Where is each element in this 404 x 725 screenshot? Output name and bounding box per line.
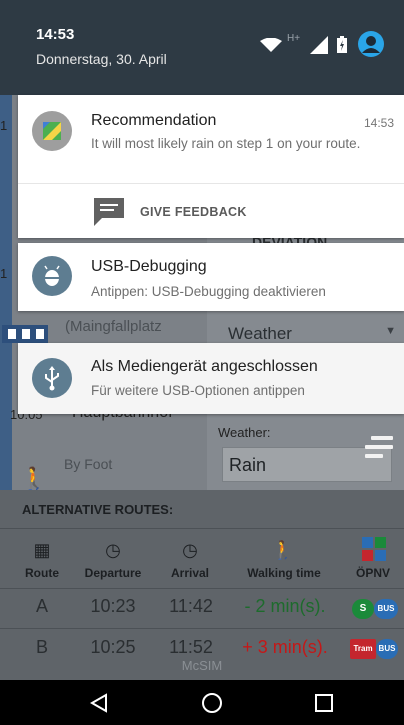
row-marker-2: 1 [0, 266, 8, 281]
row-marker-1: 1 [0, 118, 8, 133]
header-opnv: ÖPNV [355, 566, 390, 580]
notification-title: Recommendation [91, 112, 217, 129]
walking-person-icon: 🚶 [20, 466, 48, 491]
walking-diff: - 2 min(s). [244, 596, 326, 616]
notification-time: 14:53 [364, 116, 395, 130]
bus-badge: BUS [374, 599, 398, 619]
divider [0, 528, 404, 529]
train-icon [0, 325, 52, 343]
walking-diff: + 3 min(s). [242, 637, 328, 657]
give-feedback-button[interactable]: GIVE FEEDBACK [92, 194, 332, 232]
notification-title: Als Mediengerät angeschlossen [91, 358, 318, 375]
cellular-signal-icon [310, 36, 328, 54]
arrival-time: 11:52 [169, 637, 213, 657]
header-walking-time: Walking time [247, 566, 321, 580]
clock: 14:53 [36, 26, 75, 43]
transit-logo-icon [362, 537, 386, 561]
app-footer: McSIM [181, 658, 223, 673]
usb-icon [32, 358, 72, 398]
route-letter: B [35, 637, 48, 657]
chevron-down-icon: ▼ [385, 325, 396, 337]
header-arrival: Arrival [170, 566, 210, 580]
notification-title: USB-Debugging [91, 258, 207, 275]
deviation-select-value: Weather [228, 324, 292, 343]
stop-name: (Maingfallplatz [65, 318, 162, 335]
notification-usb-media[interactable]: Als Mediengerät angeschlossen Für weiter… [18, 343, 404, 414]
account-icon[interactable] [358, 31, 384, 57]
notification-usb-debugging[interactable]: USB-Debugging Antippen: USB-Debugging de… [18, 243, 404, 311]
mode-text: By Foot [64, 456, 113, 472]
clock-icon: ◷ [105, 540, 121, 560]
android-debug-icon [32, 256, 72, 296]
give-feedback-label: GIVE FEEDBACK [140, 205, 247, 219]
departure-time: 10:23 [90, 596, 136, 616]
menu-lines-icon[interactable] [365, 436, 393, 463]
walking-person-icon: 🚶 [271, 540, 295, 560]
notification-text: It will most likely rain on step 1 on yo… [91, 136, 361, 151]
divider [0, 588, 404, 589]
s-bahn-badge: S [352, 599, 374, 619]
tram-badge: Tram [350, 639, 376, 659]
bus-badge: BUS [376, 639, 398, 659]
notification-text: Für weitere USB-Optionen antippen [91, 383, 305, 398]
map-icon [32, 111, 72, 151]
route-letter: A [35, 596, 48, 616]
date[interactable]: Donnerstag, 30. April [36, 51, 167, 67]
notification-recommendation[interactable]: Recommendation 14:53 It will most likely… [18, 95, 404, 238]
navigation-bar [0, 680, 404, 725]
wifi-icon [260, 37, 282, 52]
arrival-time: 11:42 [169, 596, 213, 616]
header-route: Route [25, 566, 59, 580]
home-icon[interactable] [201, 692, 223, 714]
recents-icon[interactable] [315, 694, 333, 712]
divider [18, 183, 404, 184]
map-book-icon: ▦ [33, 540, 51, 560]
battery-icon [337, 36, 347, 53]
back-icon[interactable] [89, 693, 109, 713]
feedback-icon [92, 196, 126, 226]
route-row-a[interactable]: A 10:23 11:42 - 2 min(s). S BUS [0, 590, 404, 628]
clock-icon: ◷ [182, 540, 198, 560]
route-timeline-bar [0, 95, 12, 490]
weather-label: Weather: [218, 425, 271, 440]
notification-text: Antippen: USB-Debugging deaktivieren [91, 284, 326, 299]
network-type: H+ [287, 33, 301, 44]
departure-time: 10:25 [90, 637, 136, 657]
header-departure: Departure [84, 566, 142, 580]
alt-routes-title: ALTERNATIVE ROUTES: [22, 502, 174, 517]
